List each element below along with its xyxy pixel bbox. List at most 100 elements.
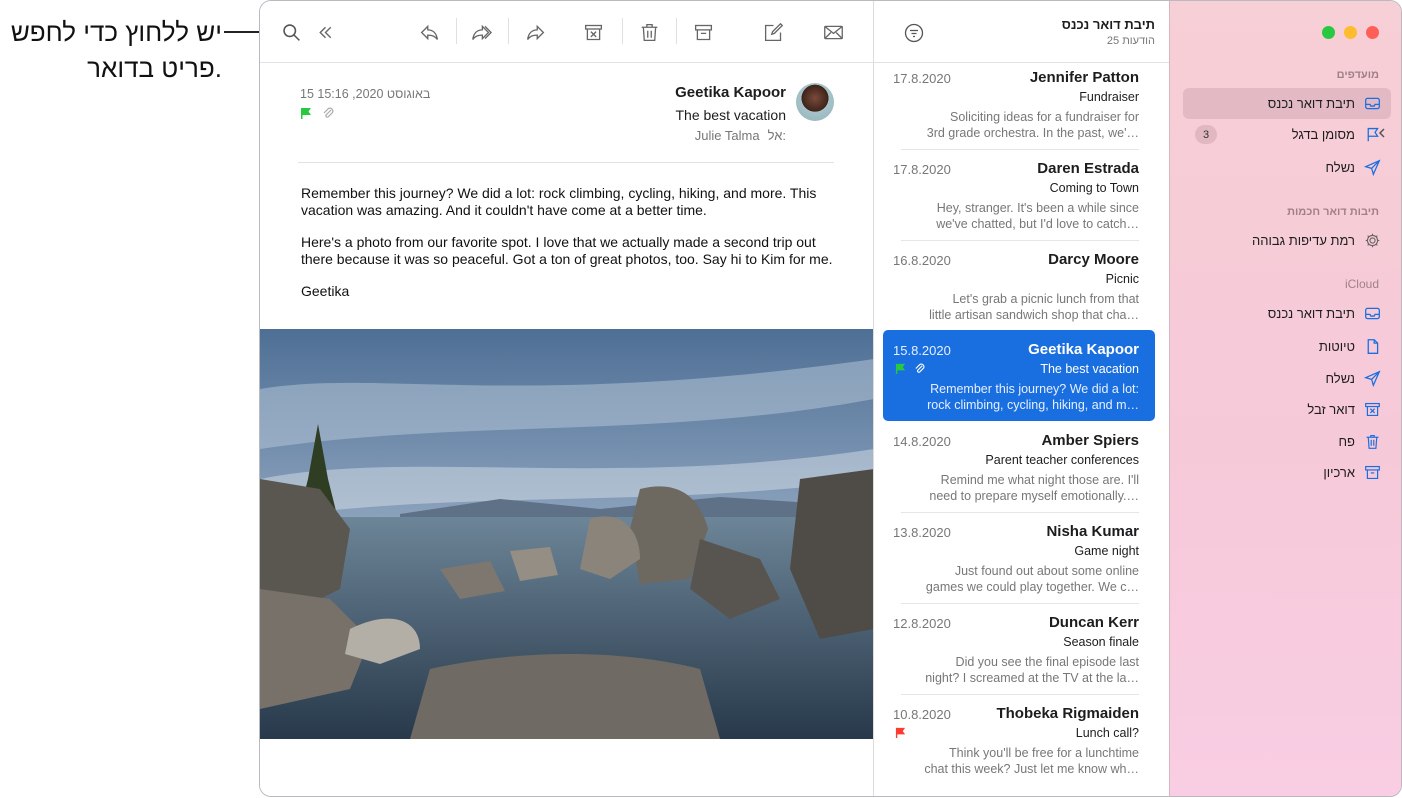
- message-flags: [300, 107, 334, 119]
- collapse-sidebar-icon[interactable]: [314, 21, 336, 43]
- section-smart-mailboxes: תיבות דואר חכמות: [1287, 206, 1379, 218]
- toolbar-divider: [676, 18, 677, 44]
- list-item[interactable]: Daren Estrada 17.8.2020 Coming to Town H…: [883, 154, 1155, 241]
- junk-icon[interactable]: [582, 21, 604, 43]
- list-item[interactable]: Thobeka Rigmaiden 10.8.2020 Lunch call? …: [883, 699, 1155, 785]
- list-item-subject: Lunch call?: [1075, 726, 1139, 740]
- sidebar: מועדפים תיבת דואר נכנס מסומן בדגל 3 נשלח…: [1169, 1, 1401, 796]
- list-item-sender: Duncan Kerr: [1048, 614, 1139, 631]
- toolbar: [260, 1, 874, 63]
- sidebar-item-inbox[interactable]: תיבת דואר נכנס: [1183, 88, 1391, 119]
- document-icon: [1363, 338, 1381, 356]
- list-item-sender: Amber Spiers: [1041, 432, 1139, 449]
- list-item-subject: Picnic: [1105, 272, 1139, 286]
- close-button[interactable]: [1366, 26, 1379, 39]
- body-paragraph: Remember this journey? We did a lot: roc…: [301, 185, 817, 218]
- flag-icon: [895, 727, 906, 738]
- sidebar-item-archive[interactable]: ארכיון: [1183, 457, 1391, 488]
- minimize-button[interactable]: [1344, 26, 1357, 39]
- attachment-icon: [915, 363, 925, 373]
- sent-icon: [1363, 370, 1381, 388]
- section-icloud: iCloud: [1344, 277, 1379, 291]
- list-item-selected[interactable]: Geetika Kapoor 15.8.2020 The best vacati…: [883, 330, 1155, 421]
- list-item-flags: [895, 363, 925, 374]
- forward-icon[interactable]: [524, 21, 546, 43]
- sidebar-item-high-priority[interactable]: רמת עדיפות גבוהה: [1183, 225, 1391, 256]
- message-body: Remember this journey? We did a lot: roc…: [301, 185, 841, 315]
- list-header: תיבת דואר נכנס 25 הודעות: [874, 1, 1169, 63]
- list-item-subject: Coming to Town: [1049, 181, 1139, 195]
- sidebar-item-label: תיבת דואר נכנס: [1267, 306, 1355, 321]
- list-item-sender: Geetika Kapoor: [1028, 341, 1139, 358]
- callout-line-1: יש ללחוץ כדי לחפש: [10, 17, 222, 47]
- list-item[interactable]: Jennifer Patton 17.8.2020 Fundraiser Sol…: [883, 63, 1155, 150]
- list-item-flags: [895, 727, 906, 738]
- sidebar-item-label: רמת עדיפות גבוהה: [1252, 233, 1355, 248]
- filter-icon[interactable]: [904, 23, 924, 43]
- unread-badge: 3: [1195, 125, 1217, 144]
- mailbox-title: תיבת דואר נכנס: [1061, 17, 1155, 32]
- mail-icon[interactable]: [822, 21, 844, 43]
- sidebar-item-sent[interactable]: נשלח: [1183, 152, 1391, 183]
- sidebar-item-label: נשלח: [1325, 160, 1355, 175]
- trash-icon[interactable]: [638, 21, 660, 43]
- list-item[interactable]: Amber Spiers 14.8.2020 Parent teacher co…: [883, 426, 1155, 513]
- list-item-preview: Let's grab a picnic lunch from that littl…: [929, 292, 1139, 322]
- zoom-button[interactable]: [1322, 26, 1335, 39]
- reading-pane: Geetika Kapoor The best vacation אל: Jul…: [260, 1, 874, 796]
- archive-icon: [1363, 464, 1381, 482]
- list-item-sender: Jennifer Patton: [1029, 69, 1139, 86]
- list-item-date: 10.8.2020: [893, 707, 951, 722]
- mail-window: Geetika Kapoor The best vacation אל: Jul…: [259, 0, 1402, 797]
- toolbar-divider: [508, 18, 509, 44]
- list-separator: [901, 694, 1139, 695]
- list-item-preview: Remind me what night those are. I'll need…: [929, 473, 1139, 503]
- body-paragraph: Here's a photo from our favorite spot. I…: [301, 234, 833, 267]
- list-item-preview: Just found out about some online games we…: [925, 564, 1139, 594]
- sidebar-item-icloud-sent[interactable]: נשלח: [1183, 363, 1391, 394]
- list-separator: [901, 512, 1139, 513]
- sidebar-item-drafts[interactable]: טיוטות: [1183, 331, 1391, 362]
- sidebar-item-label: ארכיון: [1323, 465, 1355, 480]
- attached-photo[interactable]: [260, 329, 874, 739]
- list-item[interactable]: Darcy Moore 16.8.2020 Picnic Let's grab …: [883, 245, 1155, 331]
- header-divider: [298, 162, 834, 163]
- trash-icon: [1363, 433, 1381, 451]
- sidebar-item-trash[interactable]: פח: [1183, 426, 1391, 457]
- list-item-date: 12.8.2020: [893, 616, 951, 631]
- sidebar-item-flagged[interactable]: מסומן בדגל 3: [1183, 119, 1391, 150]
- sidebar-item-icloud-inbox[interactable]: תיבת דואר נכנס: [1183, 298, 1391, 329]
- list-separator: [901, 149, 1139, 150]
- list-item[interactable]: Nisha Kumar 13.8.2020 Game night Just fo…: [883, 517, 1155, 604]
- toolbar-divider: [622, 18, 623, 44]
- sidebar-item-label: נשלח: [1325, 371, 1355, 386]
- message-recipient: אל: Julie Talma: [695, 128, 786, 143]
- reply-all-icon[interactable]: [470, 21, 492, 43]
- list-item-date: 14.8.2020: [893, 434, 951, 449]
- sidebar-item-label: מסומן בדגל: [1291, 127, 1355, 142]
- list-item-subject: Season finale: [1063, 635, 1139, 649]
- list-separator: [901, 603, 1139, 604]
- message-count: 25 הודעות: [1106, 35, 1155, 47]
- compose-icon[interactable]: [762, 21, 784, 43]
- sidebar-item-junk[interactable]: דואר זבל: [1183, 394, 1391, 425]
- message-subject: The best vacation: [675, 107, 786, 123]
- search-icon[interactable]: [280, 21, 302, 43]
- reply-icon[interactable]: [418, 21, 440, 43]
- archive-icon[interactable]: [692, 21, 714, 43]
- list-item[interactable]: Duncan Kerr 12.8.2020 Season finale Did …: [883, 608, 1155, 695]
- flag-icon: [895, 363, 906, 374]
- list-item-date: 17.8.2020: [893, 71, 951, 86]
- inbox-icon: [1363, 95, 1381, 113]
- list-item-preview: Hey, stranger. It's been a while since we…: [936, 201, 1139, 231]
- list-item-subject: The best vacation: [1040, 362, 1139, 376]
- list-item-sender: Daren Estrada: [1037, 160, 1139, 177]
- sidebar-item-label: טיוטות: [1318, 339, 1355, 354]
- list-item-subject: Game night: [1074, 544, 1139, 558]
- list-item-preview: Soliciting ideas for a fundraiser for 3rd…: [926, 110, 1139, 140]
- junk-icon: [1363, 401, 1381, 419]
- chevron-right-icon[interactable]: [1377, 126, 1387, 140]
- to-name[interactable]: Julie Talma: [695, 128, 760, 143]
- list-item-preview: Think you'll be free for a lunchtime chat…: [924, 746, 1139, 776]
- list-item-sender: Nisha Kumar: [1046, 523, 1139, 540]
